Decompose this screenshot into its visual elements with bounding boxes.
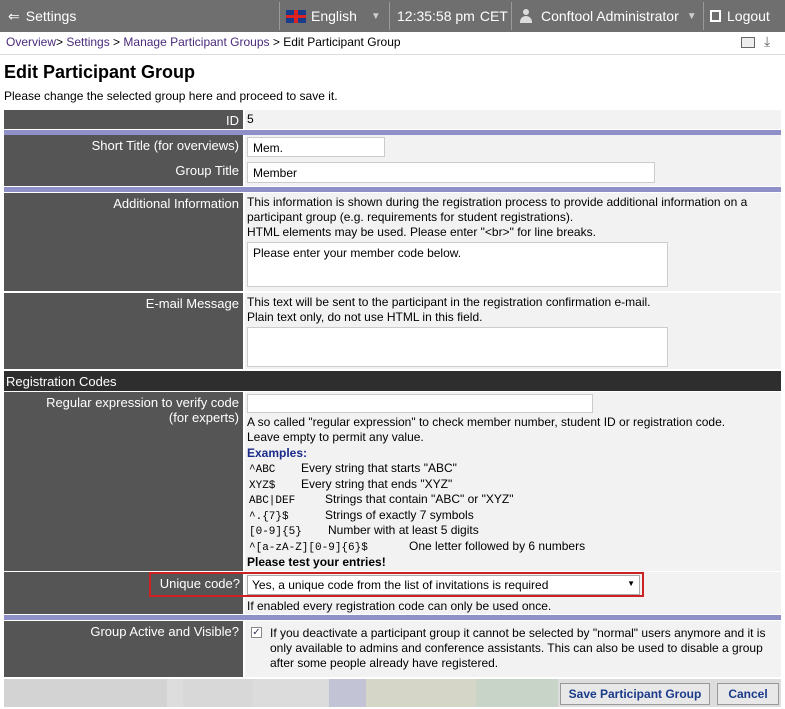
- unique-code-help: If enabled every registration code can o…: [247, 599, 552, 613]
- regex-empty-help: Leave empty to permit any value.: [247, 430, 424, 444]
- logout-icon: [710, 10, 721, 22]
- unique-code-value: Yes, a unique code from the list of invi…: [252, 578, 549, 592]
- additional-info-textarea[interactable]: Please enter your member code below.: [247, 242, 668, 287]
- email-textarea[interactable]: [247, 327, 668, 367]
- regex-help: A so called "regular expression" to chec…: [247, 415, 726, 429]
- time-label: 12:35:58 pm: [397, 8, 475, 24]
- id-value: 5: [245, 110, 781, 129]
- titles-row: Short Title (for overviews) Group Title …: [4, 135, 781, 186]
- unique-code-label: Unique code?: [159, 576, 240, 591]
- breadcrumb: Overview> Settings > Manage Participant …: [0, 32, 785, 55]
- settings-label: Settings: [25, 8, 77, 24]
- group-active-checkbox[interactable]: ✓: [251, 627, 262, 638]
- page-subtitle: Please change the selected group here an…: [4, 89, 338, 103]
- list-item: XYZ$ Every string that ends "XYZ": [249, 477, 453, 492]
- clock: 12:35:58 pm CET: [397, 0, 508, 32]
- chevron-down-icon: ▼: [686, 10, 697, 22]
- test-note: Please test your entries!: [247, 555, 386, 569]
- breadcrumb-settings[interactable]: Settings: [66, 35, 109, 49]
- email-help: This text will be sent to the participan…: [247, 295, 651, 309]
- additional-info-row: Additional Information This information …: [4, 193, 781, 291]
- group-active-row: Group Active and Visible? ✓ If you deact…: [4, 621, 781, 677]
- list-item: ABC|DEF Strings that contain "ABC" or "X…: [249, 492, 514, 507]
- additional-info-label: Additional Information: [4, 193, 243, 291]
- section-registration-codes: Registration Codes: [4, 371, 781, 391]
- download-icon[interactable]: ⤓: [764, 33, 770, 50]
- list-item: ^[a-zA-Z][0-9]{6}$ One letter followed b…: [249, 539, 586, 554]
- save-participant-group-button[interactable]: Save Participant Group: [560, 683, 710, 705]
- back-arrow-icon: ⇐: [8, 7, 20, 24]
- divider: [4, 187, 781, 192]
- timezone-label: CET: [479, 8, 508, 24]
- regex-input[interactable]: [247, 394, 593, 413]
- short-title-input[interactable]: Mem.: [247, 137, 385, 157]
- logout-button[interactable]: Logout: [710, 0, 770, 32]
- email-plain-help: Plain text only, do not use HTML in this…: [247, 310, 483, 324]
- breadcrumb-current: Edit Participant Group: [283, 35, 401, 49]
- divider: [4, 615, 781, 620]
- additional-info-help: This information is shown during the reg…: [247, 195, 748, 224]
- group-title-label: Group Title: [175, 163, 239, 178]
- group-active-help: If you deactivate a participant group it…: [270, 626, 766, 670]
- group-title-input[interactable]: Member: [247, 162, 655, 183]
- chevron-down-icon: ▼: [370, 10, 381, 22]
- language-selector[interactable]: English ▼: [286, 0, 386, 32]
- unique-code-select[interactable]: Yes, a unique code from the list of invi…: [247, 575, 640, 595]
- regex-label-experts: (for experts): [168, 410, 239, 425]
- id-label: ID: [4, 110, 243, 129]
- list-item: [0-9]{5} Number with at least 5 digits: [249, 523, 479, 538]
- list-item: ^ABC Every string that starts "ABC": [249, 461, 457, 476]
- breadcrumb-manage-groups[interactable]: Manage Participant Groups: [123, 35, 269, 49]
- language-label: English: [311, 8, 357, 24]
- cancel-button[interactable]: Cancel: [717, 683, 779, 705]
- user-label: Conftool Administrator: [541, 8, 679, 24]
- top-bar: ⇐ Settings English ▼ 12:35:58 pm CET Con…: [0, 0, 785, 32]
- settings-nav[interactable]: ⇐ Settings: [8, 0, 76, 32]
- list-item: ^.{7}$ Strings of exactly 7 symbols: [249, 508, 474, 523]
- breadcrumb-overview[interactable]: Overview: [6, 35, 56, 49]
- print-icon[interactable]: [741, 37, 755, 48]
- short-title-label: Short Title (for overviews): [91, 138, 239, 153]
- logout-label: Logout: [727, 8, 770, 24]
- examples-list: ^ABC Every string that starts "ABC" XYZ$…: [247, 461, 767, 557]
- group-active-label: Group Active and Visible?: [4, 621, 243, 677]
- user-menu[interactable]: Conftool Administrator ▼: [519, 0, 697, 32]
- user-icon: [519, 9, 533, 23]
- email-label: E-mail Message: [4, 293, 243, 369]
- id-row: ID 5: [4, 110, 781, 129]
- regex-label: Regular expression to verify code: [46, 395, 239, 410]
- chevron-down-icon: ▼: [627, 579, 635, 588]
- email-row: E-mail Message This text will be sent to…: [4, 293, 781, 369]
- page-title: Edit Participant Group: [4, 62, 196, 82]
- regex-row: Regular expression to verify code (for e…: [4, 392, 781, 571]
- uk-flag-icon: [286, 9, 306, 23]
- additional-info-html-help: HTML elements may be used. Please enter …: [247, 225, 596, 239]
- examples-heading: Examples:: [247, 446, 308, 460]
